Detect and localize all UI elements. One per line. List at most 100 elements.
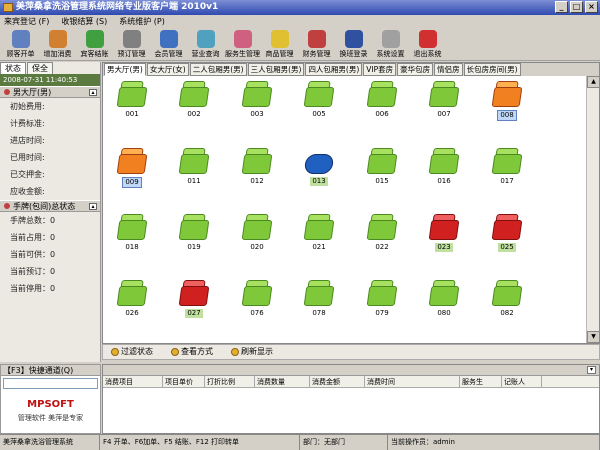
room-card[interactable]: 016: [419, 146, 469, 199]
room-number: 013: [310, 177, 328, 186]
room-number: 020: [250, 243, 264, 251]
room-number: 012: [250, 177, 264, 185]
column-header[interactable]: 服务生: [460, 376, 502, 387]
refresh-button[interactable]: 刷新显示: [231, 345, 273, 359]
room-card[interactable]: 011: [169, 146, 219, 199]
toolbar-button[interactable]: 顾客开单: [2, 28, 39, 61]
column-header[interactable]: 消费时间: [365, 376, 460, 387]
room-tab[interactable]: 二人包厢男(男): [189, 63, 247, 76]
toolbar-icon: [85, 30, 104, 48]
toolbar-button[interactable]: 财务管理: [298, 28, 335, 61]
status-shortcuts: F4 开单、F6加单、F5 结账、F12 打印转单: [100, 435, 300, 450]
room-tab[interactable]: 女大厅(女): [146, 63, 189, 76]
toolbar-button[interactable]: 换班登录: [335, 28, 372, 61]
scroll-down-icon[interactable]: ▼: [587, 331, 600, 343]
room-tab[interactable]: 男大厅(男): [104, 63, 146, 76]
maximize-button[interactable]: □: [570, 1, 583, 13]
room-card[interactable]: 021: [294, 212, 344, 265]
room-card[interactable]: 018: [107, 212, 157, 265]
room-card[interactable]: 012: [232, 146, 282, 199]
window-title: 美萍桑拿洗浴管理系统网络专业版客户端 2010v1: [16, 2, 219, 12]
room-tab[interactable]: 豪华包房: [397, 63, 434, 76]
room-icon: [178, 146, 210, 174]
vertical-scrollbar[interactable]: ▲ ▼: [586, 76, 600, 343]
room-icon: [491, 79, 523, 107]
room-icon: [241, 278, 273, 306]
toolbar-label: 换班登录: [339, 50, 368, 58]
menu-checkin[interactable]: 来宾登记 (F): [4, 15, 49, 28]
collapse-icon[interactable]: ▴: [89, 89, 97, 96]
view-mode-button[interactable]: 查看方式: [171, 345, 213, 359]
room-card[interactable]: 005: [294, 79, 344, 132]
room-tab[interactable]: 三人包厢男(男): [247, 63, 305, 76]
room-icon: [428, 278, 460, 306]
quick-header: 【F3】快捷通道(Q): [1, 365, 100, 376]
toolbar-button[interactable]: 增加消费: [39, 28, 76, 61]
toolbar-button[interactable]: 营业查询: [187, 28, 224, 61]
toolbar-button[interactable]: 预订管理: [113, 28, 150, 61]
minimize-button[interactable]: _: [555, 1, 568, 13]
toolbar-label: 财务管理: [302, 50, 331, 58]
room-card[interactable]: 013: [294, 146, 344, 199]
room-card[interactable]: 003: [232, 79, 282, 132]
scroll-up-icon[interactable]: ▲: [587, 76, 600, 88]
tab-security[interactable]: 保全: [27, 62, 53, 74]
close-button[interactable]: ×: [585, 1, 598, 13]
room-card[interactable]: 009: [107, 146, 157, 199]
toolbar-button[interactable]: 系统设置: [372, 28, 409, 61]
room-card[interactable]: 015: [357, 146, 407, 199]
room-tab[interactable]: 情侣房: [434, 63, 463, 76]
room-card[interactable]: 022: [357, 212, 407, 265]
info-field-label: 应收金额:: [10, 187, 45, 196]
menu-system[interactable]: 系统维护 (P): [119, 15, 165, 28]
toolbar: 顾客开单 增加消费 宾客结账 预订管理 会员管理 营业查询 服务生管理 商品管理 财务管理 换班登…: [0, 28, 600, 61]
room-icon: [366, 278, 398, 306]
room-info-header: 男大厅(男) ▴: [0, 86, 100, 98]
room-number: 009: [122, 177, 142, 188]
room-card[interactable]: 019: [169, 212, 219, 265]
room-card[interactable]: 080: [419, 278, 469, 331]
toolbar-label: 会员管理: [154, 50, 183, 58]
room-card[interactable]: 002: [169, 79, 219, 132]
room-card[interactable]: 027: [169, 278, 219, 331]
room-number: 079: [375, 309, 389, 317]
room-tab[interactable]: 长包房房间(男): [463, 63, 521, 76]
menu-checkout[interactable]: 收银结算 (S): [61, 15, 107, 28]
tab-status[interactable]: 状态: [0, 62, 26, 74]
menu-bar: 来宾登记 (F) 收银结算 (S) 系统维护 (P): [0, 15, 600, 28]
toolbar-icon: [344, 30, 363, 48]
room-card[interactable]: 001: [107, 79, 157, 132]
room-tab[interactable]: 四人包厢男(男): [305, 63, 363, 76]
room-card[interactable]: 076: [232, 278, 282, 331]
toolbar-button[interactable]: 商品管理: [261, 28, 298, 61]
room-card[interactable]: 079: [357, 278, 407, 331]
toolbar-button[interactable]: 服务生管理: [224, 28, 261, 61]
room-number: 023: [435, 243, 453, 252]
room-icon: [303, 79, 335, 107]
room-card[interactable]: 007: [419, 79, 469, 132]
column-header[interactable]: 消费项目: [103, 376, 163, 387]
room-card[interactable]: 020: [232, 212, 282, 265]
column-header[interactable]: 消费金额: [310, 376, 365, 387]
collapse-icon[interactable]: ▴: [89, 203, 97, 210]
column-header[interactable]: 记账人: [502, 376, 542, 387]
column-header[interactable]: 消费数量: [255, 376, 310, 387]
quick-input[interactable]: [3, 378, 98, 389]
column-header[interactable]: 项目单价: [163, 376, 205, 387]
room-card[interactable]: 026: [107, 278, 157, 331]
room-card[interactable]: 078: [294, 278, 344, 331]
toolbar-button[interactable]: 会员管理: [150, 28, 187, 61]
room-card[interactable]: 025: [482, 212, 532, 265]
room-card[interactable]: 023: [419, 212, 469, 265]
collapse-icon[interactable]: ▾: [587, 366, 596, 374]
toolbar-button[interactable]: 宾客结账: [76, 28, 113, 61]
room-tab[interactable]: VIP套房: [363, 63, 397, 76]
room-card[interactable]: 017: [482, 146, 532, 199]
room-card[interactable]: 008: [482, 79, 532, 132]
room-card[interactable]: 082: [482, 278, 532, 331]
status-panel: 状态 保全 2008-07-31 11:40:53 男大厅(男) ▴ 初始费用: 计…: [0, 62, 101, 362]
room-card[interactable]: 006: [357, 79, 407, 132]
filter-status-button[interactable]: 过滤状态: [111, 345, 153, 359]
toolbar-button[interactable]: 退出系统: [409, 28, 446, 61]
column-header[interactable]: 打折比例: [205, 376, 255, 387]
